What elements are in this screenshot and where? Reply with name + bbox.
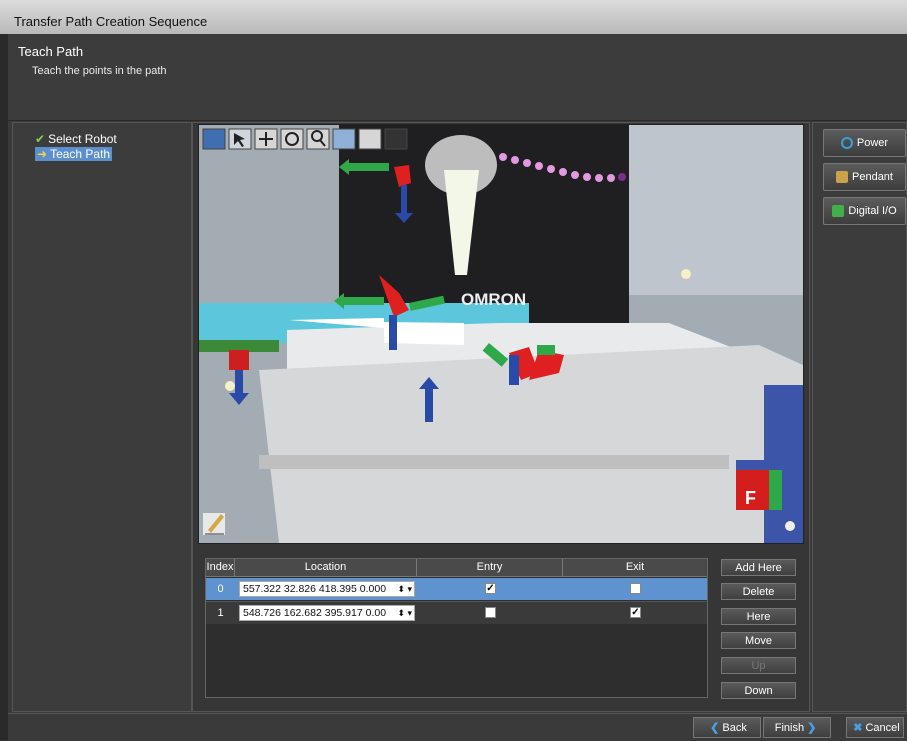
edit-icon[interactable] bbox=[203, 513, 225, 535]
forward-arrow-icon: ❯ bbox=[807, 722, 817, 734]
page-subtitle: Teach the points in the path bbox=[32, 65, 167, 77]
page-header: Teach Path Teach the points in the path bbox=[8, 34, 907, 121]
path-points-table: Index Location Entry Exit 0 557.322 32.8… bbox=[205, 558, 708, 698]
up-button[interactable]: Up bbox=[721, 657, 796, 674]
table-row[interactable]: 1 548.726 162.682 395.917 0.000 1 ⬍ ▾ ✓ bbox=[206, 601, 707, 624]
delete-button[interactable]: Delete bbox=[721, 583, 796, 600]
col-index: Index bbox=[206, 559, 235, 576]
solid-view-icon[interactable] bbox=[332, 128, 356, 150]
here-button[interactable]: Here bbox=[721, 608, 796, 625]
location-field[interactable]: 548.726 162.682 395.917 0.000 1 ⬍ ▾ bbox=[239, 605, 415, 621]
list-view-icon[interactable] bbox=[358, 128, 382, 150]
finish-button[interactable]: Finish ❯ bbox=[763, 717, 831, 738]
page-title: Teach Path bbox=[18, 44, 84, 59]
move-button[interactable]: Move bbox=[721, 632, 796, 649]
checkmark-icon: ✔ bbox=[35, 132, 46, 146]
spinner-dropdown-icon[interactable]: ⬍ ▾ bbox=[386, 606, 414, 620]
row-index: 0 bbox=[217, 583, 224, 595]
spinner-dropdown-icon[interactable]: ⬍ ▾ bbox=[386, 582, 414, 596]
right-panel: Power Pendant Digital I/O bbox=[812, 122, 907, 712]
window-title: Transfer Path Creation Sequence bbox=[14, 14, 208, 29]
step-list-panel: ✔ Select Robot ➜ Teach Path bbox=[12, 122, 192, 712]
3d-viewport[interactable]: OMRON F bbox=[198, 124, 804, 544]
pendant-icon bbox=[836, 171, 848, 183]
left-edge-stripe bbox=[0, 34, 8, 740]
step-teach-path[interactable]: ➜ Teach Path bbox=[35, 147, 113, 161]
table-header: Index Location Entry Exit bbox=[206, 559, 707, 577]
arrow-right-icon: ➜ bbox=[37, 147, 48, 161]
col-entry: Entry bbox=[417, 559, 563, 576]
digital-io-icon bbox=[832, 205, 845, 217]
power-button[interactable]: Power bbox=[823, 129, 906, 157]
back-arrow-icon: ❮ bbox=[710, 722, 720, 734]
location-field[interactable]: 557.322 32.826 418.395 0.000 18 ⬍ ▾ bbox=[239, 581, 415, 597]
add-here-button[interactable]: Add Here bbox=[721, 559, 796, 576]
step-select-robot[interactable]: ✔ Select Robot bbox=[35, 132, 117, 146]
pendant-button[interactable]: Pendant bbox=[823, 163, 906, 191]
exit-checkbox[interactable]: ✓ bbox=[630, 607, 641, 618]
back-button[interactable]: ❮ Back bbox=[693, 717, 761, 738]
cube-face-label: F bbox=[745, 488, 756, 508]
orientation-cube[interactable]: F bbox=[736, 460, 782, 510]
col-exit: Exit bbox=[625, 561, 645, 573]
scene-render: OMRON F bbox=[199, 125, 803, 543]
cancel-button[interactable]: ✖ Cancel bbox=[846, 717, 904, 738]
power-icon bbox=[840, 137, 853, 149]
view-window-icon[interactable] bbox=[202, 128, 226, 150]
col-location: Location bbox=[235, 559, 417, 576]
digital-io-button[interactable]: Digital I/O bbox=[823, 197, 906, 225]
step-label: Teach Path bbox=[50, 147, 111, 161]
exit-checkbox[interactable] bbox=[630, 583, 641, 594]
down-button[interactable]: Down bbox=[721, 682, 796, 699]
entry-checkbox[interactable]: ✓ bbox=[485, 583, 496, 594]
bounding-box-icon[interactable] bbox=[384, 128, 408, 150]
cancel-icon: ✖ bbox=[853, 722, 863, 734]
entry-checkbox[interactable] bbox=[485, 607, 496, 618]
table-row[interactable]: 0 557.322 32.826 418.395 0.000 18 ⬍ ▾ ✓ bbox=[206, 578, 707, 600]
omron-logo: OMRON bbox=[461, 290, 526, 309]
step-label: Select Robot bbox=[48, 132, 117, 146]
window-titlebar: Transfer Path Creation Sequence bbox=[0, 0, 907, 34]
row-index: 1 bbox=[217, 607, 224, 619]
